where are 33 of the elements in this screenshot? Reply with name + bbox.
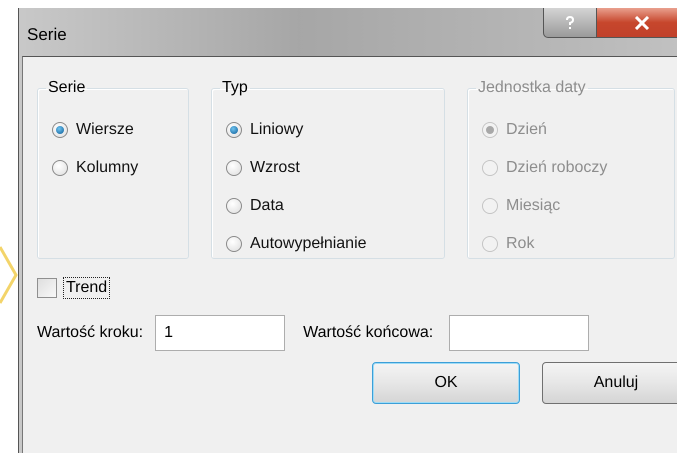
close-button[interactable] bbox=[597, 8, 677, 38]
radio-button[interactable] bbox=[52, 160, 68, 176]
help-button[interactable] bbox=[543, 8, 597, 38]
help-icon bbox=[565, 16, 575, 30]
radio-label: Rok bbox=[506, 235, 534, 253]
radio-label: Autowypełnianie bbox=[250, 235, 367, 253]
radio-label: Data bbox=[250, 197, 284, 215]
radio-label: Dzień roboczy bbox=[506, 159, 608, 177]
checkbox-label: Trend bbox=[63, 277, 110, 299]
group-title: Typ bbox=[221, 79, 249, 97]
radio-button[interactable] bbox=[226, 236, 242, 252]
group-title: Jednostka daty bbox=[477, 79, 587, 97]
radio-label: Kolumny bbox=[76, 159, 138, 177]
radio-label: Wiersze bbox=[76, 121, 134, 139]
radio-button[interactable] bbox=[52, 122, 68, 138]
radio-button[interactable] bbox=[226, 122, 242, 138]
close-icon bbox=[634, 16, 650, 30]
radio-label: Dzień bbox=[506, 121, 547, 139]
radio-button[interactable] bbox=[226, 198, 242, 214]
field-value: 1 bbox=[164, 324, 173, 342]
ok-button[interactable]: OK bbox=[372, 362, 520, 404]
window-title: Serie bbox=[27, 25, 67, 45]
field-label: Wartość końcowa: bbox=[303, 324, 434, 342]
step-value-field[interactable]: 1 bbox=[155, 315, 286, 351]
radio-label: Liniowy bbox=[250, 121, 304, 139]
radio-label: Wzrost bbox=[250, 159, 300, 177]
cancel-button[interactable]: Anuluj bbox=[542, 362, 677, 404]
field-label: Wartość kroku: bbox=[37, 324, 144, 342]
radio-button[interactable] bbox=[226, 160, 242, 176]
stop-value-field[interactable] bbox=[449, 315, 590, 351]
group-title: Serie bbox=[47, 79, 86, 97]
trend-checkbox[interactable] bbox=[37, 278, 57, 298]
radio-label: Miesiąc bbox=[506, 197, 560, 215]
